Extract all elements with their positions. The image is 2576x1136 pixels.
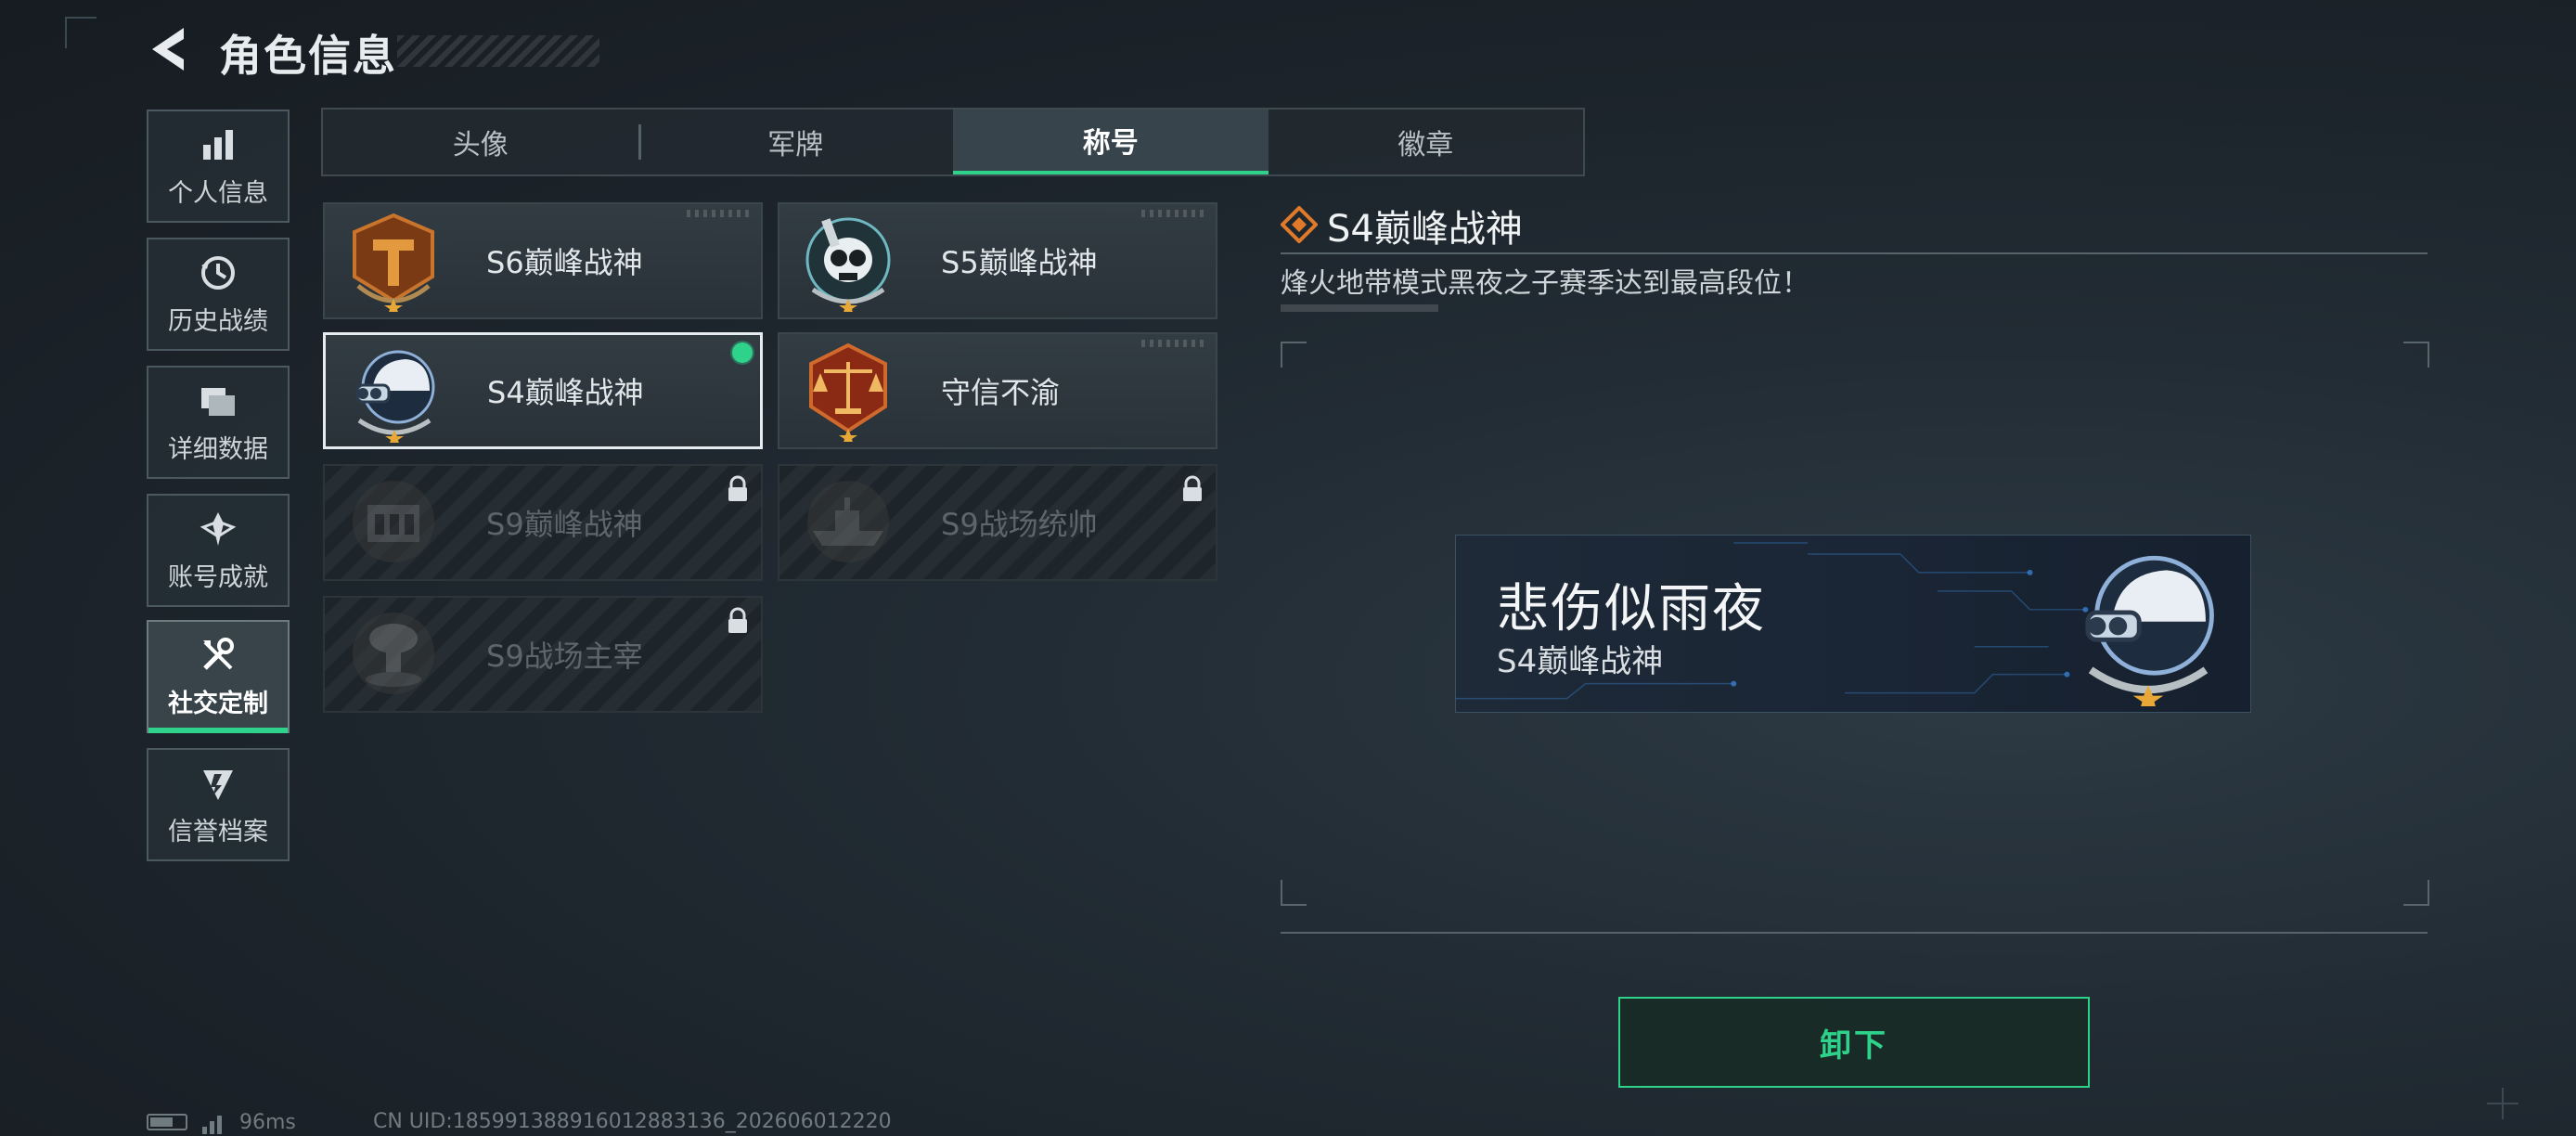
signal-icon [202,1111,225,1134]
title-card-selected[interactable]: S4巅峰战神 [323,332,763,449]
equipped-indicator [732,342,753,363]
preview-frame-corner [2403,342,2429,368]
title-name: S4巅峰战神 [487,375,644,410]
night-vision-helmet-emblem-icon [355,350,435,443]
bronze-t-emblem-icon [353,213,434,312]
title-name: S9巅峰战神 [486,507,643,542]
title-card-locked[interactable]: S9巅峰战神 [323,464,763,581]
sidebar-item-label: 历史战绩 [168,306,268,336]
sidebar-item-label: 账号成就 [168,562,268,592]
lock-icon [728,607,747,633]
banner-player-name: 悲伤似雨夜 [1497,579,1766,639]
skull-emblem-icon [805,217,891,312]
divider [1281,252,2428,254]
card-decoration [1141,340,1206,347]
sidebar-item-label: 信誉档案 [168,817,268,846]
sidebar-item-history[interactable]: 历史战绩 [147,238,290,351]
lock-icon [728,475,747,501]
title-card-locked[interactable]: S9战场主宰 [323,596,763,713]
detail-description: 烽火地带模式黑夜之子赛季达到最高段位！ [1281,267,1810,300]
tab-dog-tag[interactable]: 军牌 [638,110,954,174]
night-vision-helmet-emblem-icon [2085,555,2214,706]
title-card[interactable]: S5巅峰战神 [778,202,1217,319]
card-decoration [1141,210,1206,217]
ping-value: 96ms [239,1110,296,1134]
title-card[interactable]: S6巅峰战神 [323,202,763,319]
title-name: S9战场主宰 [486,639,643,674]
sidebar-item-label: 个人信息 [168,178,268,208]
bunker-emblem-icon [353,481,434,562]
preview-frame-corner [1281,342,1307,368]
title-name: S9战场统帅 [941,507,1098,542]
scales-emblem-icon [809,342,887,442]
credit-shield-icon [203,769,233,800]
card-decoration [687,210,752,217]
history-clock-icon [201,255,235,290]
crosshair-corner-icon [2487,1088,2518,1119]
banner-title: S4巅峰战神 [1497,643,1664,680]
warship-emblem-icon [807,481,889,562]
tools-icon [203,637,234,670]
title-card[interactable]: 守信不渝 [778,332,1217,449]
sidebar-item-personal-info[interactable]: 个人信息 [147,110,290,223]
title-decoration [397,35,599,67]
preview-frame-corner [2403,880,2429,906]
diamond-rank-icon [1281,206,1318,243]
unequip-button[interactable]: 卸下 [1618,997,2090,1088]
tab-badge[interactable]: 徽章 [1269,110,1584,174]
title-card-locked[interactable]: S9战场统帅 [778,464,1217,581]
bar-chart-icon [203,129,233,160]
preview-frame-corner [1281,880,1307,906]
mushroom-cloud-emblem-icon [353,613,434,694]
uid-text: CN UID:1859913889160128831​36_2026060122… [373,1110,892,1133]
page-title: 角色信息 [219,31,397,81]
divider [1281,932,2428,934]
customization-tabs: 头像 军牌 称号 徽章 [321,108,1585,176]
battery-icon [147,1114,187,1130]
folder-icon [201,387,235,416]
sidebar-item-detailed-data[interactable]: 详细数据 [147,366,290,479]
corner-bracket [65,17,97,48]
back-arrow-icon[interactable] [147,24,193,74]
achievement-icon [200,511,237,546]
lock-icon [1183,475,1202,501]
sidebar-item-achievements[interactable]: 账号成就 [147,494,290,607]
title-name: S5巅峰战神 [941,245,1098,280]
status-bar: 96ms [147,1110,296,1134]
sidebar-item-label: 详细数据 [168,434,268,464]
sidebar-item-social-custom[interactable]: 社交定制 [147,620,290,733]
title-banner-preview: 悲伤似雨夜 S4巅峰战神 [1455,535,2251,713]
sidebar-item-label: 社交定制 [168,689,268,718]
title-name: S6巅峰战神 [486,245,643,280]
tab-title[interactable]: 称号 [953,110,1269,174]
sidebar-item-credit-record[interactable]: 信誉档案 [147,748,290,861]
tab-avatar[interactable]: 头像 [323,110,638,174]
detail-title: S4巅峰战神 [1327,208,1523,251]
detail-decoration [1281,304,1438,312]
title-name: 守信不渝 [941,375,1061,410]
